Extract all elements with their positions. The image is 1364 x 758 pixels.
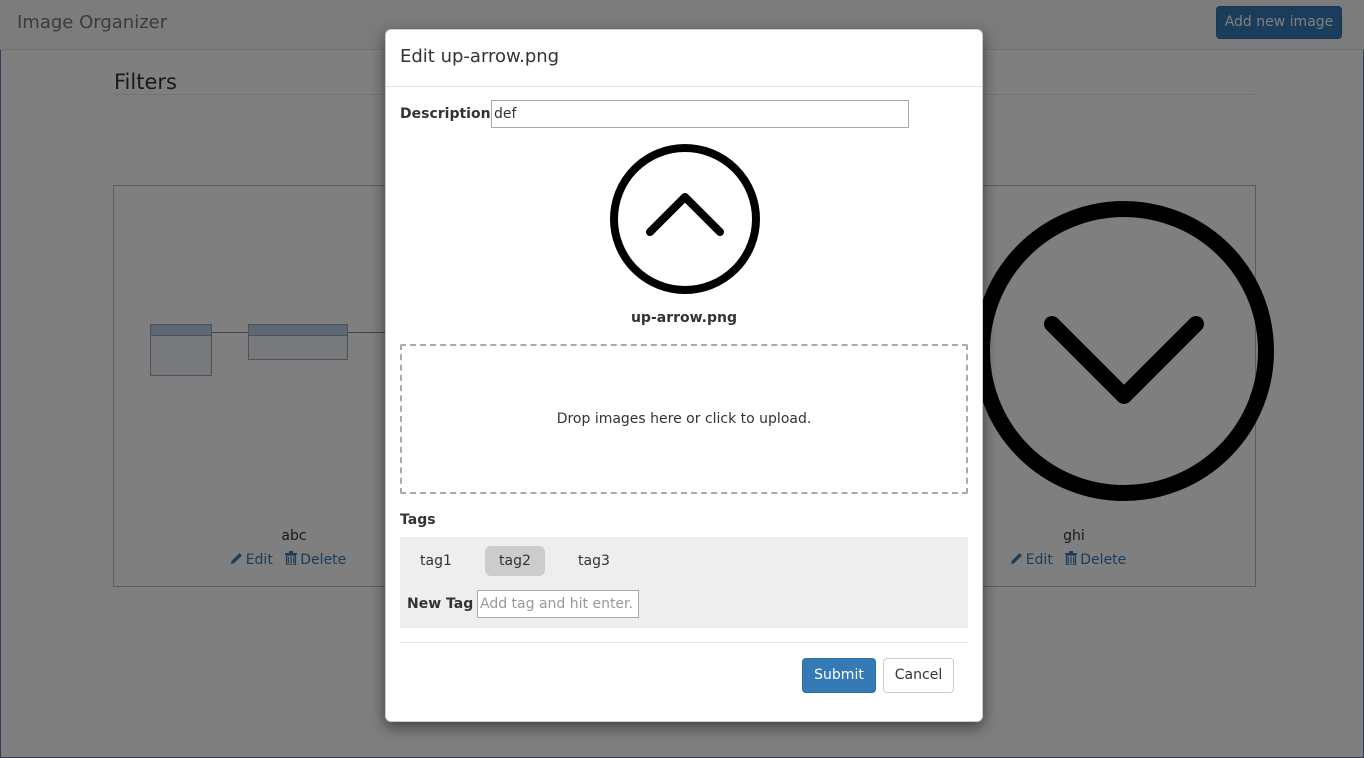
description-label: Description	[400, 106, 491, 122]
new-tag-label: New Tag	[407, 596, 474, 612]
new-tag-input[interactable]	[477, 590, 639, 618]
tags-label: Tags	[400, 512, 436, 528]
modal-footer-divider	[400, 642, 968, 643]
upload-dropzone[interactable]: Drop images here or click to upload.	[400, 344, 968, 494]
submit-button[interactable]: Submit	[802, 658, 876, 693]
description-input[interactable]	[491, 100, 909, 128]
tag-chip-tag3[interactable]: tag3	[564, 546, 624, 576]
tags-panel: tag1 tag2 tag3 New Tag	[400, 537, 968, 628]
image-filename: up-arrow.png	[630, 310, 738, 326]
tag-chip-tag1[interactable]: tag1	[406, 546, 466, 576]
dropzone-text: Drop images here or click to upload.	[556, 411, 812, 427]
modal-title: Edit up-arrow.png	[400, 46, 560, 67]
up-arrow-circle-icon	[610, 144, 760, 294]
edit-image-dialog: Edit up-arrow.png Description up-arrow.p…	[385, 29, 983, 722]
tag-chip-tag2[interactable]: tag2	[485, 546, 545, 576]
cancel-button[interactable]: Cancel	[883, 658, 954, 693]
modal-header: Edit up-arrow.png	[386, 30, 982, 87]
